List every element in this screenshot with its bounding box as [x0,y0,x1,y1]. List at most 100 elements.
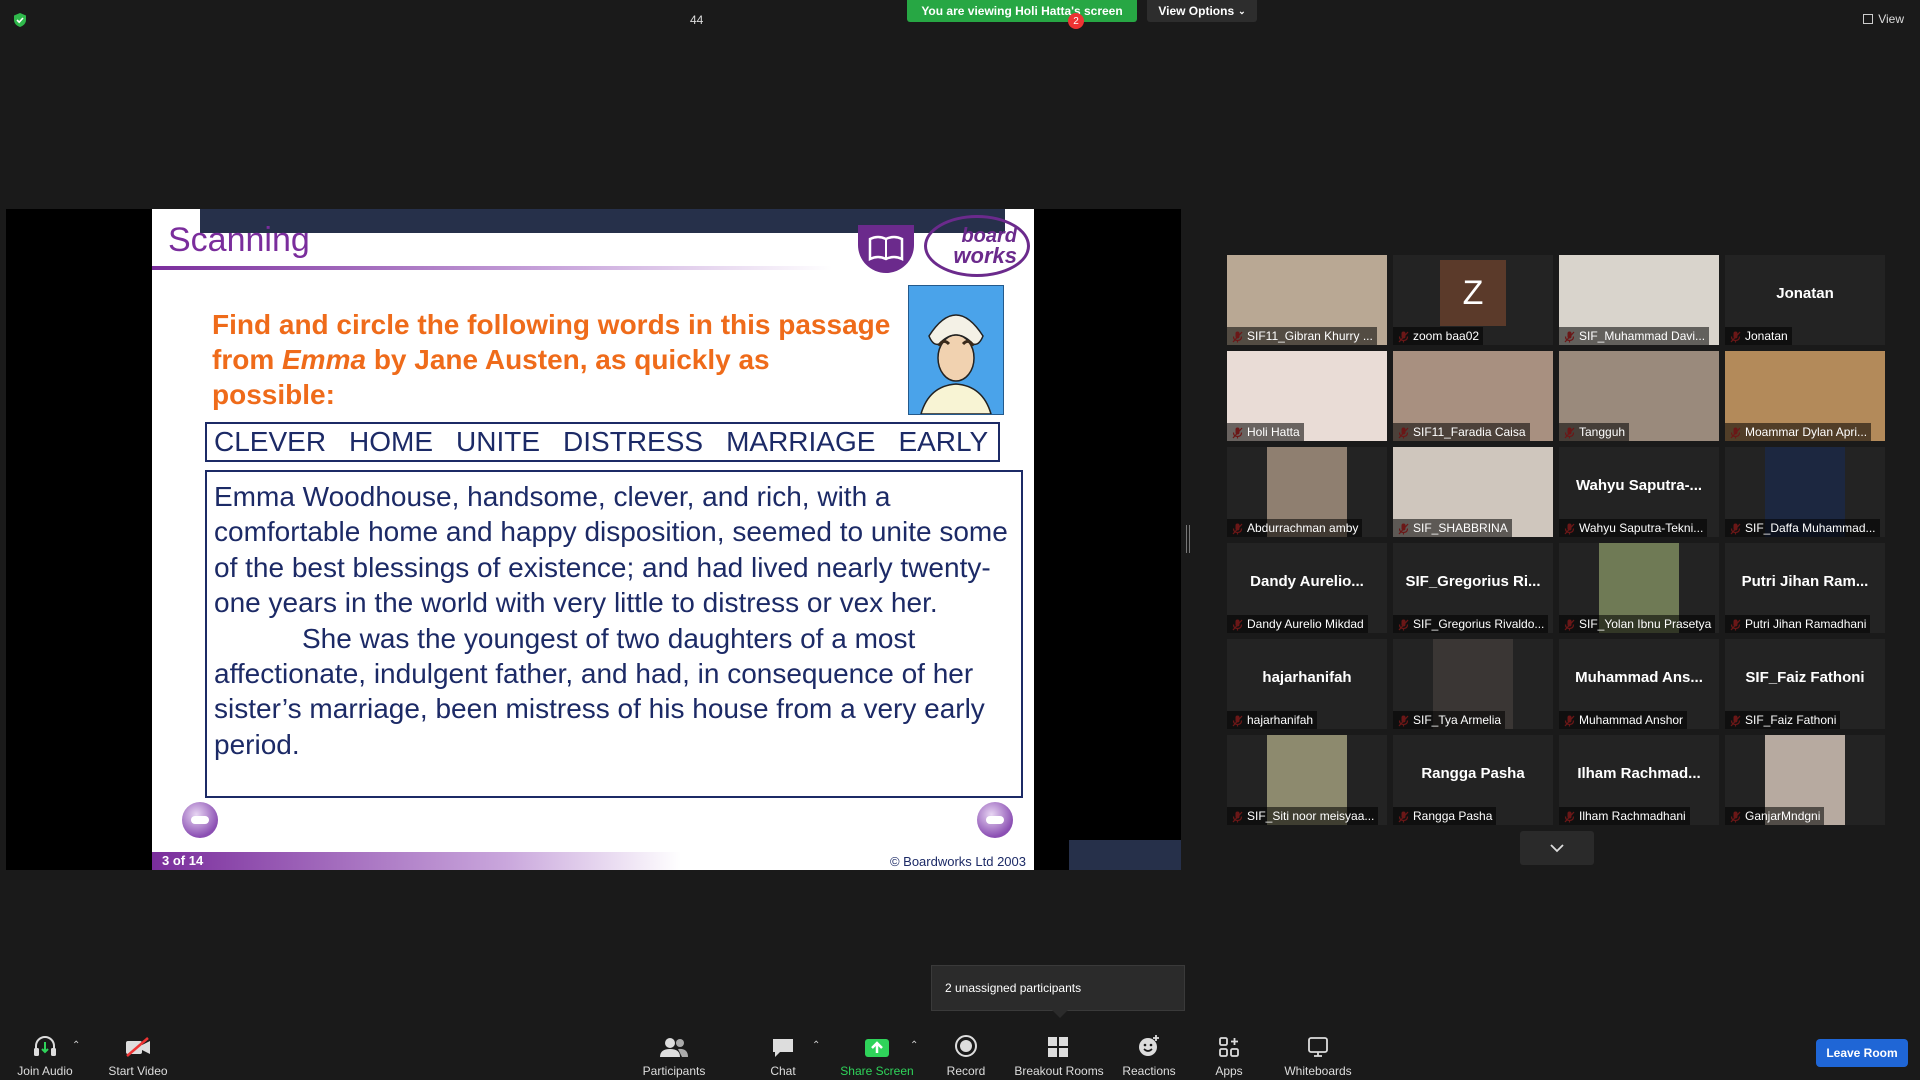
participant-tile[interactable]: hajarhanifah hajarhanifah [1227,639,1387,729]
participant-name: SIF_Yolan Ibnu Prasetya [1559,615,1716,633]
participant-tile[interactable]: Rangga Pasha Rangga Pasha [1393,735,1553,825]
participant-tile[interactable]: SIF11_Faradia Caisa [1393,351,1553,441]
start-video-button[interactable]: Start Video [93,1032,183,1078]
jane-austen-portrait [908,285,1004,415]
share-screen-icon [865,1039,889,1057]
participant-tile[interactable]: SIF_Siti noor meisyaa... [1227,735,1387,825]
participant-tile[interactable]: Ilham Rachmad... Ilham Rachmadhani [1559,735,1719,825]
apps-icon [1219,1037,1239,1057]
participant-name: Tangguh [1559,423,1630,441]
chat-options-caret-icon[interactable]: ⌃ [812,1040,820,1051]
participant-tile[interactable]: SIF_Yolan Ibnu Prasetya [1559,543,1719,633]
participants-icon [660,1038,688,1057]
participant-display-name: Dandy Aurelio... [1250,573,1364,590]
participant-tile[interactable]: Tangguh [1559,351,1719,441]
gallery-next-page-button[interactable] [1520,831,1594,865]
participant-name: SIF_Gregorius Rivaldo... [1393,615,1549,633]
whiteboards-label: Whiteboards [1284,1064,1352,1078]
share-corner-bar [1069,840,1181,870]
resize-handle[interactable] [1186,525,1190,553]
video-off-icon [126,1037,150,1057]
participant-tile[interactable]: GanjarMndgni [1725,735,1885,825]
shared-screen[interactable]: Scanning board works Find and circle the… [6,209,1181,870]
logo-bottom-text: works [953,243,1017,268]
chat-icon [773,1039,793,1057]
participant-tile[interactable]: Zzoom baa02 [1393,255,1553,345]
participant-name: Abdurrachman amby [1227,519,1363,537]
slide-title: Scanning [168,221,310,259]
share-screen-label: Share Screen [840,1064,914,1078]
participant-name: Rangga Pasha [1393,807,1497,825]
passage-box: Emma Woodhouse, handsome, clever, and ri… [205,470,1023,798]
participant-tile[interactable]: Putri Jihan Ram... Putri Jihan Ramadhani [1725,543,1885,633]
participant-tile[interactable]: Jonatan Jonatan [1725,255,1885,345]
participant-tile[interactable]: Dandy Aurelio... Dandy Aurelio Mikdad [1227,543,1387,633]
share-screen-button[interactable]: Share Screen [832,1032,922,1078]
breakout-rooms-button[interactable]: Breakout Rooms [1014,1032,1104,1078]
participant-name: SIF_Tya Armelia [1393,711,1506,729]
word-list-box: CLEVER HOME UNITE DISTRESS MARRIAGE EARL… [205,422,1000,462]
participants-button[interactable]: Participants [629,1032,719,1078]
participant-tile[interactable]: Moammar Dylan Apri... [1725,351,1885,441]
participant-name: GanjarMndgni [1725,807,1825,825]
participant-display-name: hajarhanifah [1262,669,1352,686]
record-button[interactable]: Record [921,1032,1011,1078]
reactions-button[interactable]: Reactions [1104,1032,1194,1078]
passage-paragraph-1: Emma Woodhouse, handsome, clever, and ri… [214,481,1008,619]
participant-tile[interactable]: Holi Hatta [1227,351,1387,441]
unassigned-participants-tooltip[interactable]: 2 unassigned participants [931,965,1185,1018]
whiteboards-button[interactable]: Whiteboards [1273,1032,1363,1078]
chat-button[interactable]: Chat [738,1032,828,1078]
participant-name: SIF_Faiz Fathoni [1725,711,1841,729]
participant-tile[interactable]: SIF_Tya Armelia [1393,639,1553,729]
view-grid-icon [1863,14,1874,24]
participant-name: Wahyu Saputra-Tekni... [1559,519,1708,537]
participant-tile[interactable]: SIF_Gregorius Ri... SIF_Gregorius Rivaldo… [1393,543,1553,633]
start-video-label: Start Video [108,1064,168,1078]
participant-tile[interactable]: SIF11_Gibran Khurry ... [1227,255,1387,345]
reactions-label: Reactions [1122,1064,1176,1078]
viewing-screen-banner: You are viewing Holi Hatta's screen [907,0,1137,22]
participant-name: Jonatan [1725,327,1792,345]
smiley-icon [1139,1035,1159,1056]
apps-label: Apps [1215,1064,1243,1078]
whiteboard-icon [1308,1037,1328,1057]
record-icon [955,1035,977,1057]
security-shield-icon[interactable] [12,12,28,28]
chat-label: Chat [770,1064,796,1078]
participant-name: Muhammad Anshor [1559,711,1688,729]
join-audio-button[interactable]: Join Audio [0,1032,90,1078]
record-label: Record [946,1064,986,1078]
join-audio-label: Join Audio [17,1064,73,1078]
slide-next-button[interactable] [977,802,1013,838]
slide-prev-button[interactable] [182,802,218,838]
participant-tile[interactable]: SIF_Muhammad Davi... [1559,255,1719,345]
participant-display-name: Putri Jihan Ram... [1741,573,1869,590]
chevron-down-icon [1550,844,1564,853]
participant-tile[interactable]: SIF_SHABBRINA [1393,447,1553,537]
participant-tile[interactable]: SIF_Faiz Fathoni SIF_Faiz Fathoni [1725,639,1885,729]
share-options-caret-icon[interactable]: ⌃ [910,1040,918,1051]
breakout-rooms-badge: 2 [1068,13,1084,29]
audio-options-caret-icon[interactable]: ⌃ [72,1040,80,1051]
participant-tile[interactable]: Abdurrachman amby [1227,447,1387,537]
breakout-rooms-icon [1048,1037,1068,1057]
participant-tile[interactable]: Wahyu Saputra-... Wahyu Saputra-Tekni... [1559,447,1719,537]
word-item: UNITE [456,426,541,457]
participant-name: SIF_Siti noor meisyaa... [1227,807,1379,825]
leave-room-button[interactable]: Leave Room [1816,1039,1908,1067]
slide-copyright: © Boardworks Ltd 2003 [889,854,1026,869]
participant-name: SIF_SHABBRINA [1393,519,1512,537]
apps-button[interactable]: Apps [1184,1032,1274,1078]
participant-tile[interactable]: Muhammad Ans... Muhammad Anshor [1559,639,1719,729]
slide-page-number: 3 of 14 [162,853,204,868]
participant-name: zoom baa02 [1393,327,1484,345]
view-button[interactable]: View [1863,12,1904,26]
view-options-button[interactable]: View Options ⌄ [1147,0,1257,22]
word-item: MARRIAGE [726,426,876,457]
participant-name: Ilham Rachmadhani [1559,807,1690,825]
participant-display-name: Rangga Pasha [1421,765,1525,782]
participant-display-name: Jonatan [1776,285,1834,302]
participant-tile[interactable]: SIF_Daffa Muhammad... [1725,447,1885,537]
book-icon [858,225,914,273]
